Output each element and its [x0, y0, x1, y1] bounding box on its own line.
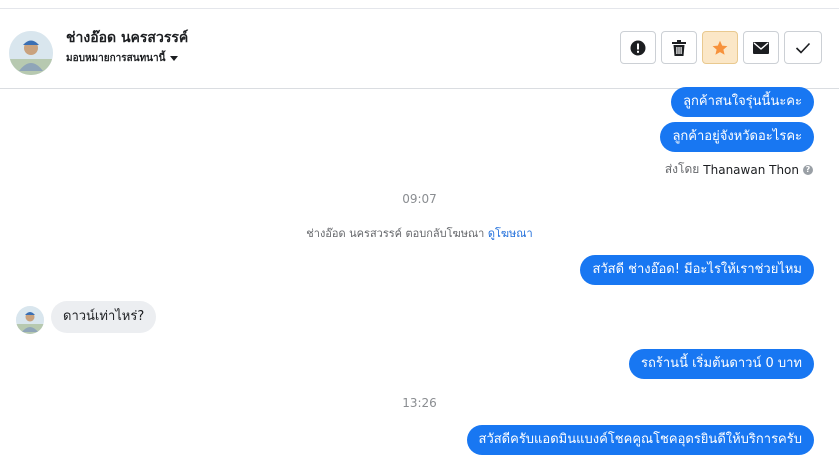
sent-by-line: ส่งโดย Thanawan Thon ?: [665, 160, 813, 179]
ad-reply-text: ช่างอ๊อด นครสวรรค์ ตอบกลับโฆษณา: [306, 227, 485, 240]
conversation-header: ช่างอ๊อด นครสวรรค์ มอบหมายการสนทนานี้: [0, 9, 839, 89]
trash-icon: [672, 39, 686, 56]
incoming-message[interactable]: ดาวน์เท่าไหร่?: [51, 301, 157, 333]
outgoing-message[interactable]: สวัสดีครับแอดมินแบงค์โชคคูณโชคอุดรยินดีใ…: [466, 425, 814, 455]
assign-conversation-dropdown[interactable]: มอบหมายการสนทนานี้: [66, 51, 179, 66]
star-icon: [712, 40, 728, 55]
star-button[interactable]: [702, 31, 738, 64]
contact-name: ช่างอ๊อด นครสวรรค์: [66, 30, 189, 46]
mark-spam-button[interactable]: [620, 31, 656, 64]
help-icon[interactable]: ?: [803, 164, 813, 175]
alert-icon: [630, 40, 646, 55]
contact-avatar[interactable]: [9, 31, 53, 75]
check-icon: [795, 42, 811, 54]
envelope-icon: [753, 41, 769, 54]
mark-unread-button[interactable]: [743, 31, 779, 64]
outgoing-message[interactable]: ลูกค้าสนใจรุ่นนี้นะคะ: [671, 87, 814, 117]
sender-avatar: [16, 306, 44, 334]
ad-reply-notice: ช่างอ๊อด นครสวรรค์ ตอบกลับโฆษณา ดูโฆษณา: [0, 224, 839, 242]
timestamp: 13:26: [402, 396, 437, 410]
mark-done-button[interactable]: [784, 31, 822, 64]
sent-by-name: Thanawan Thon: [703, 162, 799, 177]
outgoing-message[interactable]: ลูกค้าอยู่จังหวัดอะไรคะ: [660, 122, 814, 152]
header-actions: [620, 31, 822, 64]
caret-down-icon: [170, 56, 179, 61]
delete-button[interactable]: [661, 31, 697, 64]
sent-by-prefix: ส่งโดย: [664, 162, 700, 176]
outgoing-message[interactable]: สวัสดี ช่างอ๊อด! มีอะไรให้เราช่วยไหม: [580, 255, 814, 285]
view-ad-link[interactable]: ดูโฆษณา: [488, 227, 533, 240]
timestamp: 09:07: [402, 192, 437, 206]
outgoing-message[interactable]: รถร้านนี้ เริ่มต้นดาวน์ 0 บาท: [629, 349, 814, 379]
assign-label: มอบหมายการสนทนานี้: [66, 53, 166, 64]
